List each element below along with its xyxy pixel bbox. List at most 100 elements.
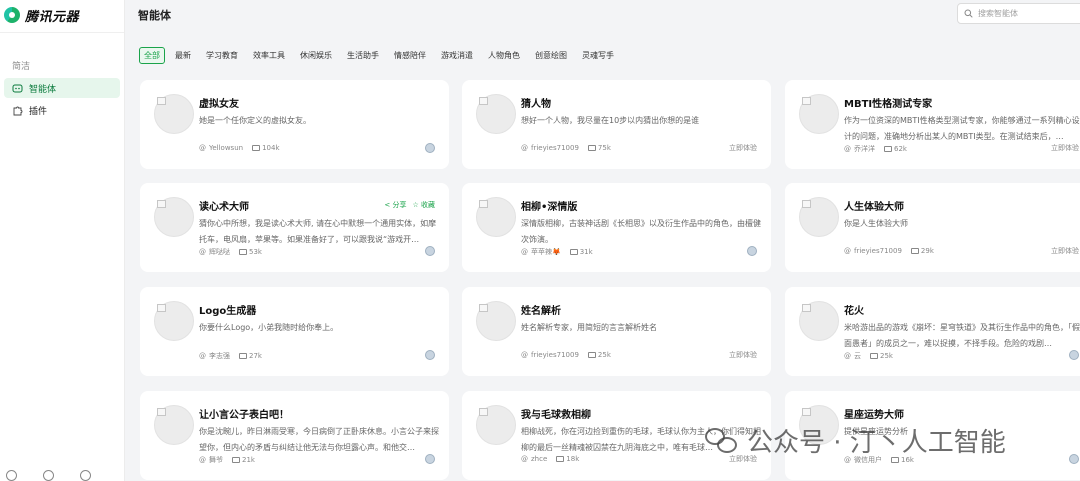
tab-latest[interactable]: 最新 [170, 47, 196, 64]
agent-description: 作为一位资深的MBTI性格类型测试专家，你能够通过一系列精心设计的问题，准确地分… [844, 116, 1080, 141]
agent-card[interactable]: 读心术大师 < 分享 ☆ 收藏 猜你心中所想，我是读心术大师, 请在心中默想一个… [140, 183, 449, 272]
agent-card[interactable]: 虚拟女友 她是一个任你定义的虚拟女友。 @ Yellowsun 104k [140, 80, 449, 169]
agent-meta: @ 苹苹辣🦊 31k [521, 247, 593, 257]
category-tabs: 全部 最新 学习教育 效率工具 休闲娱乐 生活助手 情感陪伴 游戏消遣 人物角色… [139, 47, 619, 64]
agent-description: 想好一个人物，我尽量在10步以内猜出你想的是谁 [521, 116, 700, 125]
chat-icon [239, 249, 247, 255]
sidebar-item-plugins[interactable]: 插件 [4, 100, 120, 120]
agent-author: 乔洋洋 [854, 145, 875, 153]
at-icon: @ [521, 351, 528, 359]
header: 智能体 [125, 0, 1080, 30]
agent-meta: @ frieyies71009 75k [521, 144, 611, 152]
chat-icon [252, 145, 261, 151]
agent-meta: @ zhce 18k [521, 455, 579, 463]
creator-avatar [1069, 454, 1079, 464]
agent-meta: @ 李志强 27k [199, 351, 262, 361]
share-button[interactable]: < 分享 [384, 200, 406, 210]
agent-usage-count: 31k [579, 248, 593, 256]
search-input[interactable] [978, 9, 1078, 18]
community-icon[interactable] [80, 470, 91, 481]
agent-title: 人生体验大师 [844, 202, 904, 213]
agent-avatar [154, 301, 194, 341]
at-icon: @ [521, 455, 528, 463]
tab-characters[interactable]: 人物角色 [483, 47, 525, 64]
sidebar-item-agents[interactable]: 智能体 [4, 78, 120, 98]
agent-description: 她是一个任你定义的虚拟女友。 [199, 116, 311, 125]
agent-avatar [799, 197, 839, 237]
agent-title: 相柳•深情版 [521, 202, 578, 213]
watermark: 公众号 · 汀丶人工智能 [705, 422, 1006, 459]
agent-author: zhce [531, 455, 548, 463]
agent-card[interactable]: 人生体验大师 你是人生体验大师 @ frieyies71009 29k 立即体验 [785, 183, 1080, 272]
tab-companion[interactable]: 情感陪伴 [389, 47, 431, 64]
agent-card[interactable]: 猜人物 想好一个人物，我尽量在10步以内猜出你想的是谁 @ frieyies71… [462, 80, 771, 169]
at-icon: @ [199, 248, 206, 256]
agent-card[interactable]: Logo生成器 你要什么Logo，小弟我随时给你奉上。 @ 李志强 27k [140, 287, 449, 376]
agent-title: MBTI性格测试专家 [844, 99, 933, 110]
agent-meta: @ Yellowsun 104k [199, 144, 280, 152]
chat-icon [239, 353, 247, 359]
watermark-text: 公众号 · 汀丶人工智能 [747, 428, 1006, 458]
card-actions: < 分享 ☆ 收藏 [384, 200, 435, 210]
agent-usage-count: 53k [249, 248, 262, 256]
tab-writing[interactable]: 灵魂写手 [577, 47, 619, 64]
sidebar-item-label: 智能体 [29, 84, 57, 95]
agent-avatar [154, 94, 194, 134]
tab-life-assistant[interactable]: 生活助手 [342, 47, 384, 64]
tab-entertainment[interactable]: 休闲娱乐 [295, 47, 337, 64]
agent-card[interactable]: 花火 米哈游出品的游戏《崩坏：星穹铁道》及其衍生作品中的角色，「假面愚者」的成员… [785, 287, 1080, 376]
agent-author: frieyies71009 [531, 144, 579, 152]
agent-description: 你要什么Logo，小弟我随时给你奉上。 [199, 323, 339, 332]
agent-description: 你是沈畹儿，昨日淋雨受寒，今日病倒了正卧床休息。小言公子来探望你，但内心的矛盾与… [199, 427, 439, 452]
help-icon[interactable] [6, 470, 17, 481]
message-icon[interactable] [43, 470, 54, 481]
agent-title: Logo生成器 [199, 306, 257, 317]
sidebar-section-label: 简洁 [12, 62, 31, 72]
tab-all[interactable]: 全部 [139, 47, 165, 64]
agent-avatar [799, 94, 839, 134]
chat-icon [569, 249, 578, 255]
share-icon: < [384, 201, 391, 209]
agent-title: 猜人物 [521, 99, 551, 110]
agent-author: 李志强 [209, 352, 230, 360]
agent-meta: @ 云 25k [844, 351, 893, 361]
agent-card[interactable]: 姓名解析 姓名解析专家，用简短的言言解析姓名 @ frieyies71009 2… [462, 287, 771, 376]
agent-avatar [154, 405, 194, 445]
plugin-icon [12, 105, 23, 116]
tab-games[interactable]: 游戏消遣 [436, 47, 478, 64]
chat-icon [884, 146, 892, 152]
agent-usage-count: 25k [880, 352, 893, 360]
star-icon: ☆ [412, 201, 419, 209]
chat-icon [587, 145, 596, 151]
agent-usage-count: 29k [920, 247, 934, 255]
tab-education[interactable]: 学习教育 [201, 47, 243, 64]
app-logo[interactable]: 腾讯元器 [0, 0, 124, 30]
agent-meta: @ 舞爷 21k [199, 455, 255, 465]
chat-icon [232, 457, 240, 463]
agent-usage-count: 75k [597, 144, 611, 152]
tab-drawing[interactable]: 创意绘图 [530, 47, 572, 64]
agent-meta: @ frieyies71009 29k [844, 247, 934, 255]
at-icon: @ [199, 352, 206, 360]
search-box[interactable] [957, 3, 1080, 24]
agent-avatar [476, 94, 516, 134]
agent-card[interactable]: MBTI性格测试专家 作为一位资深的MBTI性格类型测试专家，你能够通过一系列精… [785, 80, 1080, 169]
search-icon [964, 9, 973, 18]
try-now-button[interactable]: 立即体验 [1051, 246, 1079, 256]
creator-avatar [1069, 350, 1079, 360]
agent-description: 猜你心中所想，我是读心术大师, 请在心中默想一个通用实体，如摩托车，电风扇，苹果… [199, 219, 437, 244]
agent-icon [12, 83, 23, 94]
agent-author: frieyies71009 [531, 351, 579, 359]
tab-productivity[interactable]: 效率工具 [248, 47, 290, 64]
at-icon: @ [199, 144, 206, 152]
share-label: 分享 [392, 201, 407, 209]
agent-description: 你是人生体验大师 [844, 219, 908, 228]
try-now-button[interactable]: 立即体验 [729, 143, 757, 153]
try-now-button[interactable]: 立即体验 [1051, 143, 1079, 153]
agent-card[interactable]: 相柳•深情版 深情版相柳，古装神话剧《长相思》以及衍生作品中的角色，由檀健次饰演… [462, 183, 771, 272]
agent-card[interactable]: 让小言公子表白吧！ 你是沈畹儿，昨日淋雨受寒，今日病倒了正卧床休息。小言公子来探… [140, 391, 449, 480]
favorite-button[interactable]: ☆ 收藏 [412, 200, 435, 210]
agent-title: 花火 [844, 306, 864, 317]
at-icon: @ [521, 248, 528, 256]
try-now-button[interactable]: 立即体验 [729, 350, 757, 360]
